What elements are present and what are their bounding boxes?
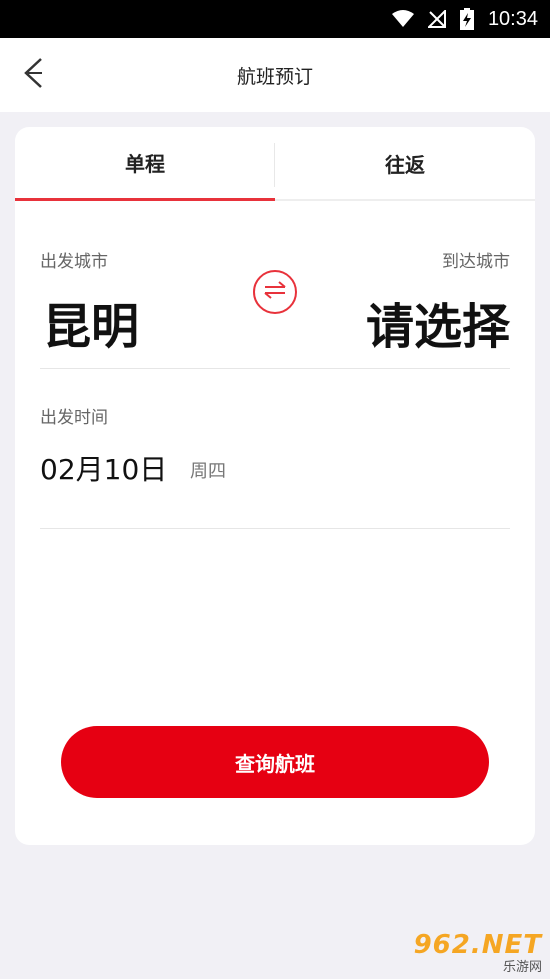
depart-city[interactable]: 昆明	[43, 287, 139, 357]
back-button[interactable]	[18, 58, 48, 92]
tab-round-trip[interactable]: 往返	[275, 127, 535, 201]
status-time: 10:34	[487, 7, 538, 30]
tab-one-way-label: 单程	[125, 152, 165, 176]
page-title: 航班预订	[236, 65, 313, 88]
depart-weekday: 周四	[190, 461, 226, 482]
swap-cities-button[interactable]	[253, 270, 297, 314]
depart-date-label: 出发时间	[40, 408, 108, 428]
search-flights-button[interactable]: 查询航班	[61, 726, 489, 798]
trip-type-tabs: 单程 往返	[15, 127, 535, 201]
battery-charging-icon	[459, 8, 474, 30]
signal-off-icon	[427, 10, 446, 28]
divider-date	[40, 528, 510, 529]
wifi-icon	[391, 10, 414, 28]
depart-date[interactable]: 02月10日	[40, 448, 167, 488]
arrive-city-label: 到达城市	[442, 252, 510, 272]
status-bar: 10:34	[0, 0, 550, 38]
booking-card: 单程 往返 出发城市 到达城市 昆明 请选择 出发时间 02月10日 周四 查询…	[15, 127, 535, 845]
search-flights-label: 查询航班	[235, 751, 315, 776]
app-bar: 航班预订	[0, 38, 550, 112]
watermark-logo: 962.NET 乐游网	[402, 929, 542, 975]
tab-divider	[274, 143, 275, 187]
arrive-city[interactable]: 请选择	[366, 287, 510, 357]
divider-cities	[40, 368, 510, 369]
swap-arrows-icon	[263, 280, 287, 304]
watermark-subtext: 乐游网	[502, 959, 542, 975]
tab-round-trip-label: 往返	[385, 152, 425, 177]
depart-city-label: 出发城市	[40, 252, 108, 272]
tab-one-way[interactable]: 单程	[15, 127, 275, 201]
chevron-left-icon	[22, 57, 44, 93]
